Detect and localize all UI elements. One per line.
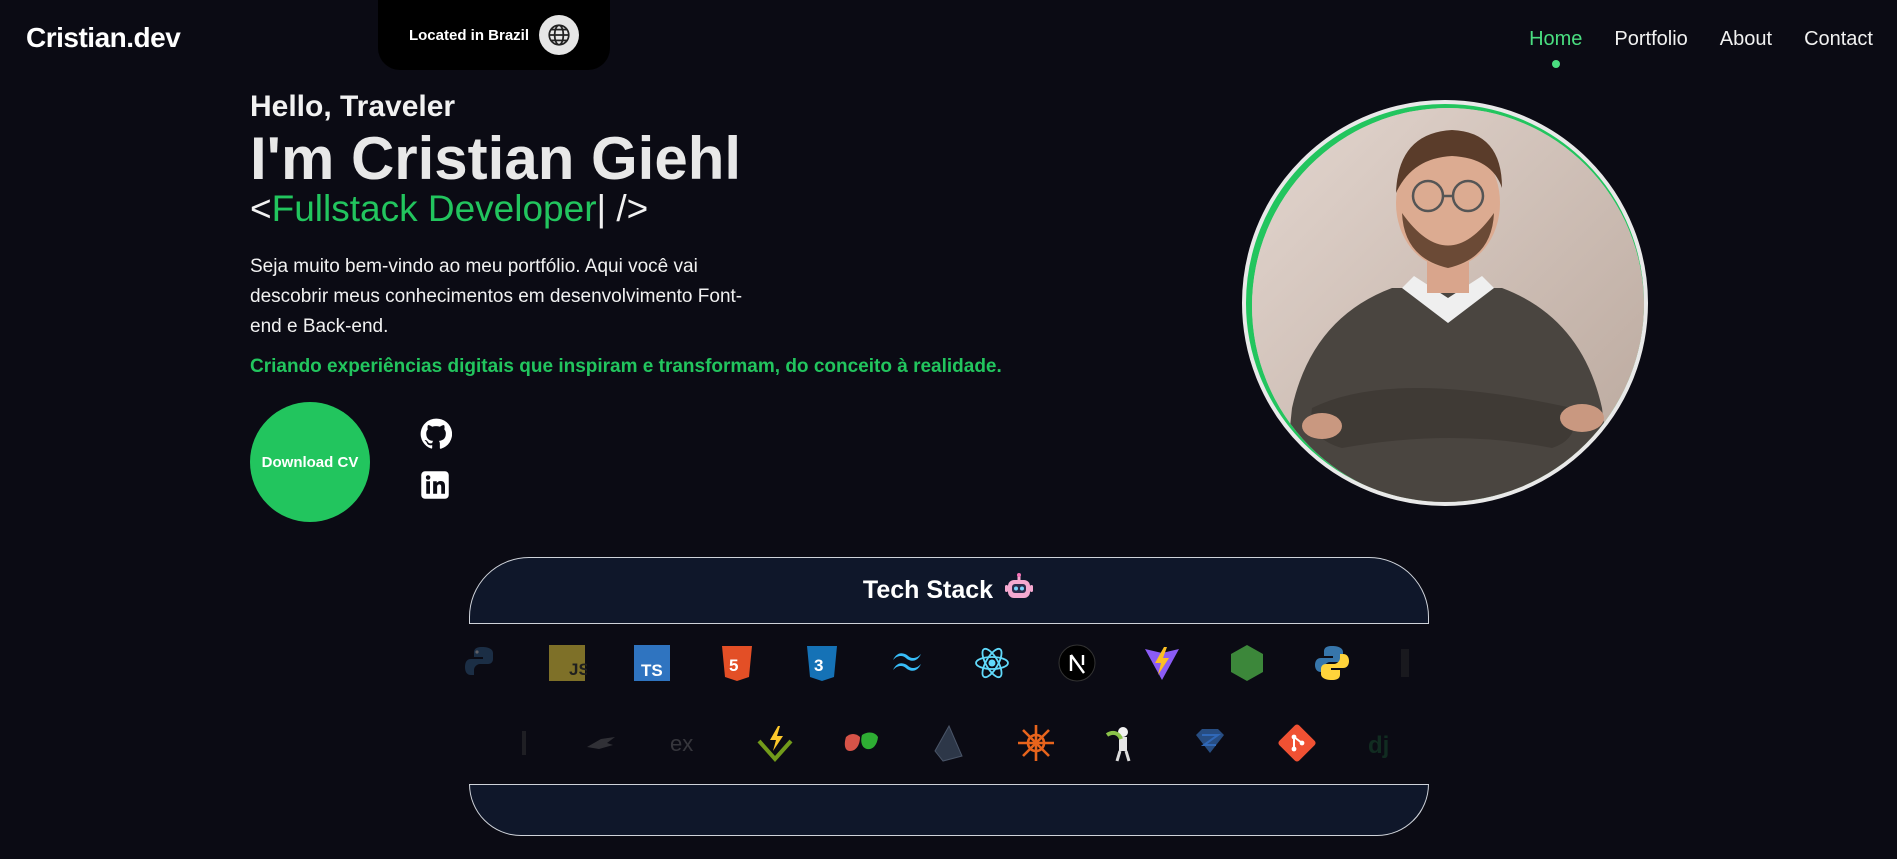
javascript-icon: JS: [547, 642, 587, 684]
python-icon: [462, 642, 502, 684]
django-icon: dj: [1363, 722, 1405, 764]
linkedin-icon[interactable]: [420, 470, 452, 502]
svg-text:3: 3: [814, 656, 823, 675]
tech-stack-header: Tech Stack: [469, 557, 1429, 624]
svg-text:JS: JS: [569, 660, 587, 679]
bird-logo-icon: [580, 722, 622, 764]
cypress-icon: [1102, 722, 1144, 764]
tailwind-icon: [887, 642, 927, 684]
svg-text:dj: dj: [1368, 732, 1389, 759]
profile-photo-frame: [1242, 100, 1648, 506]
express-icon: ex: [667, 722, 709, 764]
hero-greeting: Hello, Traveler: [250, 90, 456, 123]
social-links: [420, 418, 453, 502]
zod-icon: [1189, 722, 1231, 764]
nodejs-icon: [1227, 642, 1267, 684]
hero-name: I'm Cristian Giehl: [250, 125, 742, 192]
tech-row-1: JS TS 5 3: [464, 638, 1429, 688]
typescript-icon: TS: [632, 642, 672, 684]
prisma-icon: [928, 722, 970, 764]
svg-text:5: 5: [729, 656, 738, 675]
vitest-icon: [754, 722, 796, 764]
git-icon: [1276, 722, 1318, 764]
nav-about[interactable]: About: [1720, 28, 1772, 51]
main-nav: Home Portfolio About Contact: [1529, 28, 1873, 68]
vite-icon: [1142, 642, 1182, 684]
tech-row-2: ex dj: [469, 718, 1429, 768]
unknown-tech-icon: [493, 722, 535, 764]
tech-stack-title: Tech Stack: [862, 576, 994, 604]
tech-stack-footer: [469, 784, 1429, 836]
react-icon: [972, 642, 1012, 684]
role-highlight: Fullstack Developer: [271, 188, 597, 229]
unknown-tech-icon: [1397, 642, 1437, 684]
role-close: | />: [596, 188, 649, 229]
hero-tagline: Criando experiências digitais que inspir…: [250, 356, 1002, 377]
nav-home[interactable]: Home: [1529, 28, 1582, 68]
hero-role: <Fullstack Developer| />: [250, 188, 648, 230]
logo-dot: .: [126, 22, 134, 53]
hero-intro: Seja muito bem-vindo ao meu portfólio. A…: [250, 256, 743, 337]
svg-text:TS: TS: [641, 661, 663, 680]
nav-contact[interactable]: Contact: [1804, 28, 1873, 51]
nav-portfolio[interactable]: Portfolio: [1614, 28, 1687, 51]
playwright-icon: [841, 722, 883, 764]
css3-icon: 3: [802, 642, 842, 684]
python-icon: [1312, 642, 1352, 684]
nextjs-icon: [1057, 642, 1097, 684]
location-badge: Located in Brazil: [378, 0, 610, 70]
location-text: Located in Brazil: [408, 26, 530, 44]
download-cv-button[interactable]: Download CV: [250, 402, 370, 522]
logo-name: Cristian: [26, 22, 127, 53]
svg-text:ex: ex: [670, 731, 693, 756]
github-icon[interactable]: [420, 418, 453, 450]
kafka-icon: [1015, 722, 1057, 764]
profile-photo: [1252, 108, 1644, 502]
role-open: <: [250, 188, 272, 229]
robot-icon: [1003, 572, 1035, 609]
globe-icon: [539, 15, 580, 55]
logo-tld: dev: [133, 22, 181, 53]
html5-icon: 5: [717, 642, 757, 684]
site-logo[interactable]: Cristian.dev: [26, 22, 181, 54]
